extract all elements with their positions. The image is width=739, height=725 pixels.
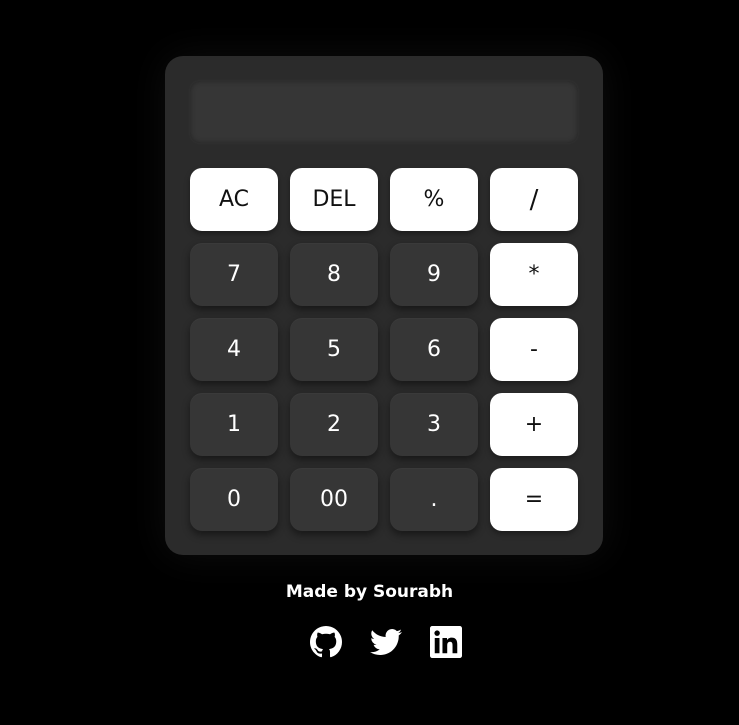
add-button[interactable]: +	[490, 393, 578, 456]
linkedin-link[interactable]	[430, 626, 462, 658]
digit-8-button[interactable]: 8	[290, 243, 378, 306]
twitter-icon	[370, 629, 402, 655]
equals-button[interactable]: =	[490, 468, 578, 531]
delete-button[interactable]: DEL	[290, 168, 378, 231]
digit-4-button[interactable]: 4	[190, 318, 278, 381]
digit-1-button[interactable]: 1	[190, 393, 278, 456]
calculator: AC DEL % / 7 8 9 * 4 5 6 - 1 2 3 + 0 00 …	[165, 56, 603, 555]
display-screen	[190, 81, 578, 143]
percent-button[interactable]: %	[390, 168, 478, 231]
keypad: AC DEL % / 7 8 9 * 4 5 6 - 1 2 3 + 0 00 …	[190, 168, 578, 531]
digit-9-button[interactable]: 9	[390, 243, 478, 306]
digit-2-button[interactable]: 2	[290, 393, 378, 456]
subtract-button[interactable]: -	[490, 318, 578, 381]
clear-button[interactable]: AC	[190, 168, 278, 231]
decimal-button[interactable]: .	[390, 468, 478, 531]
social-links	[310, 626, 462, 658]
divide-button[interactable]: /	[490, 168, 578, 231]
author-credit: Made by Sourabh	[285, 582, 454, 602]
digit-6-button[interactable]: 6	[390, 318, 478, 381]
digit-5-button[interactable]: 5	[290, 318, 378, 381]
github-icon	[310, 626, 342, 658]
digit-3-button[interactable]: 3	[390, 393, 478, 456]
double-zero-button[interactable]: 00	[290, 468, 378, 531]
linkedin-icon	[430, 626, 462, 658]
digit-7-button[interactable]: 7	[190, 243, 278, 306]
twitter-link[interactable]	[370, 626, 402, 658]
github-link[interactable]	[310, 626, 342, 658]
multiply-button[interactable]: *	[490, 243, 578, 306]
digit-0-button[interactable]: 0	[190, 468, 278, 531]
